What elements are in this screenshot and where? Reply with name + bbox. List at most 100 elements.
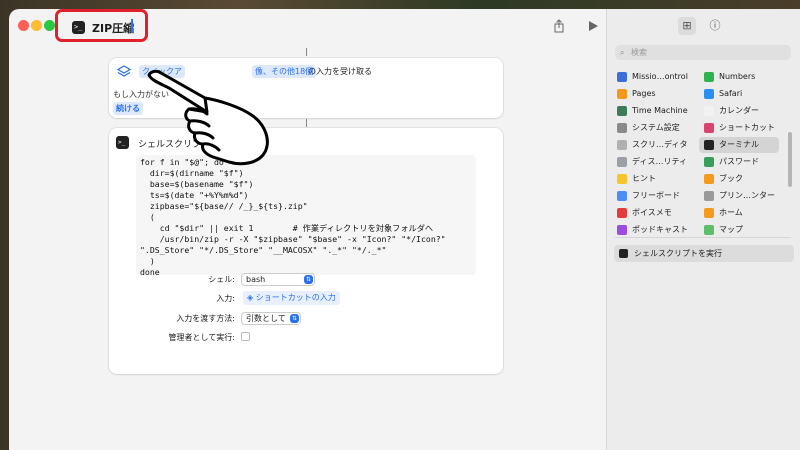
pointing-hand-icon — [147, 70, 269, 166]
freeform-icon — [617, 191, 627, 201]
pages-icon — [617, 89, 627, 99]
sidebar-item-passwords[interactable]: パスワード — [699, 154, 779, 170]
sidebar-item-books[interactable]: ブック — [699, 171, 779, 187]
printer-icon — [704, 191, 714, 201]
sidebar-item-settings[interactable]: システム設定 — [612, 120, 696, 136]
sidebar-search-field[interactable]: ⌕ 検索 — [615, 45, 791, 60]
sidebar-item-disk-utility[interactable]: ディス…リティ — [612, 154, 696, 170]
maps-icon — [704, 225, 714, 235]
sidebar-item-label: ブック — [719, 174, 743, 183]
library-tab-icon[interactable]: ⊞ — [678, 17, 696, 35]
divider — [615, 237, 791, 238]
sidebar-item-maps[interactable]: マップ — [699, 222, 779, 238]
mission-control-icon — [617, 72, 627, 82]
editor-canvas: クイックア 像、その他18個 の入力を受け取る もし入力がない 続ける >_ シ… — [9, 43, 606, 450]
shell-select-value: bash — [246, 275, 266, 284]
sidebar-item-home[interactable]: ホーム — [699, 205, 779, 221]
shortcut-title-field[interactable]: ZIP圧縮 — [92, 20, 134, 36]
disk-utility-icon — [617, 157, 627, 167]
passwords-icon — [704, 157, 714, 167]
flow-connector — [306, 119, 307, 127]
books-icon — [704, 174, 714, 184]
share-icon[interactable] — [552, 19, 566, 33]
search-placeholder: 検索 — [631, 48, 647, 57]
sidebar-item-label: Missio…ontrol — [632, 72, 688, 81]
safari-icon — [704, 89, 714, 99]
suggested-action-run-shell-script[interactable]: シェルスクリプトを実行 — [614, 245, 794, 262]
input-label: 入力: — [216, 294, 235, 303]
shell-label: シェル: — [208, 275, 235, 284]
sidebar-item-tips[interactable]: ヒント — [612, 171, 696, 187]
input-token-label: ショートカットの入力 — [255, 293, 336, 302]
sidebar-item-label: カレンダー — [719, 106, 759, 115]
shortcuts-icon — [704, 123, 714, 133]
sidebar-item-numbers[interactable]: Numbers — [699, 69, 779, 85]
sidebar-item-label: フリーボード — [632, 191, 680, 200]
sidebar-item-label: スクリ…ディタ — [632, 140, 688, 149]
pass-input-value: 引数として — [246, 314, 286, 323]
sidebar-item-label: Numbers — [719, 72, 756, 81]
receive-input-text: の入力を受け取る — [308, 67, 372, 76]
sidebar-item-label: ショートカット — [719, 123, 775, 132]
sidebar-item-label: ヒント — [632, 174, 656, 183]
sidebar-item-pages[interactable]: Pages — [612, 86, 696, 102]
script-editor[interactable]: for f in "$@"; do dir=$(dirname "$f") ba… — [136, 155, 476, 275]
chevron-updown-icon: ⇅ — [290, 314, 299, 323]
sidebar-item-label: システム設定 — [632, 123, 680, 132]
sidebar-item-podcasts[interactable]: ポッドキャスト — [612, 222, 696, 238]
layers-icon — [116, 65, 132, 79]
settings-icon — [617, 123, 627, 133]
pass-input-label: 入力を渡す方法: — [176, 314, 235, 323]
action-library-sidebar: ⊞ ⓘ ⌕ 検索 Missio…ontrol Pages Time Machine シ… — [606, 9, 800, 450]
close-window-button[interactable] — [18, 20, 29, 31]
sidebar-item-mission-control[interactable]: Missio…ontrol — [612, 69, 696, 85]
script-editor-icon — [617, 140, 627, 150]
info-icon[interactable]: ⓘ — [706, 17, 724, 35]
sidebar-item-label: ホーム — [719, 208, 743, 217]
run-as-admin-label: 管理者として実行: — [168, 333, 235, 342]
sidebar-item-time-machine[interactable]: Time Machine — [612, 103, 696, 119]
suggested-action-label: シェルスクリプトを実行 — [634, 249, 722, 258]
calendar-icon — [704, 106, 714, 116]
terminal-icon: >_ — [72, 21, 85, 34]
time-machine-icon — [617, 106, 627, 116]
numbers-icon — [704, 72, 714, 82]
sidebar-item-terminal[interactable]: ターミナル — [699, 137, 779, 153]
sidebar-item-label: Time Machine — [632, 106, 688, 115]
run-icon[interactable] — [586, 19, 600, 33]
sidebar-item-label: ターミナル — [719, 140, 759, 149]
sidebar-item-label: プリン…ンター — [719, 191, 775, 200]
run-as-admin-checkbox[interactable] — [241, 332, 250, 341]
sidebar-item-label: ボイスメモ — [632, 208, 672, 217]
terminal-icon: >_ — [116, 136, 129, 149]
sidebar-item-script-editor[interactable]: スクリ…ディタ — [612, 137, 696, 153]
sidebar-item-freeform[interactable]: フリーボード — [612, 188, 696, 204]
sidebar-item-safari[interactable]: Safari — [699, 86, 779, 102]
layers-icon: ◈ — [247, 293, 254, 302]
minimize-window-button[interactable] — [31, 20, 42, 31]
shortcut-input-token[interactable]: ◈ ショートカットの入力 — [243, 291, 340, 305]
tips-icon — [617, 174, 627, 184]
home-icon — [704, 208, 714, 218]
sidebar-item-label: マップ — [719, 225, 743, 234]
text-caret — [131, 19, 133, 33]
chevron-updown-icon: ⇅ — [304, 275, 313, 284]
shell-select[interactable]: bash ⇅ — [241, 273, 315, 286]
sidebar-item-label: Pages — [632, 89, 656, 98]
sidebar-item-shortcuts[interactable]: ショートカット — [699, 120, 779, 136]
sidebar-item-voice-memos[interactable]: ボイスメモ — [612, 205, 696, 221]
sidebar-item-label: ディス…リティ — [632, 157, 687, 166]
terminal-icon — [704, 140, 714, 150]
pass-input-select[interactable]: 引数として ⇅ — [241, 312, 301, 325]
sidebar-scrollbar[interactable] — [788, 132, 792, 187]
voice-memos-icon — [617, 208, 627, 218]
sidebar-item-printer[interactable]: プリン…ンター — [699, 188, 779, 204]
shortcuts-window: >_ ZIP圧縮 クイックア 像、その他18個 の入力を受け取る もし入力がない… — [9, 9, 800, 450]
continue-pill[interactable]: 続ける — [113, 102, 143, 115]
podcasts-icon — [617, 225, 627, 235]
titlebar: >_ ZIP圧縮 — [9, 9, 606, 43]
sidebar-item-label: ポッドキャスト — [632, 225, 688, 234]
sidebar-item-calendar[interactable]: カレンダー — [699, 103, 779, 119]
zoom-window-button[interactable] — [44, 20, 55, 31]
search-icon: ⌕ — [620, 48, 625, 57]
